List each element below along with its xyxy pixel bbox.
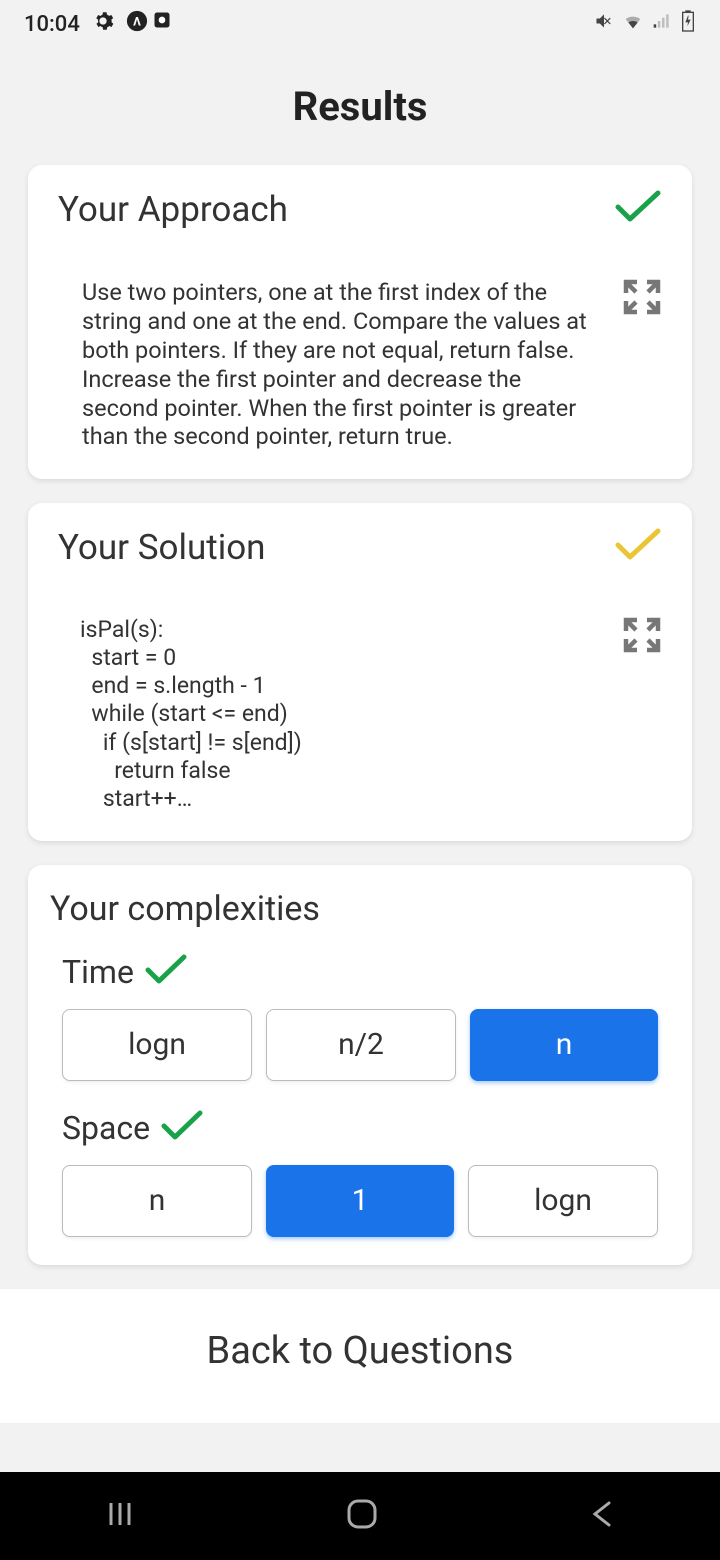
space-option-0[interactable]: n bbox=[62, 1165, 252, 1237]
back-to-questions-button[interactable]: Back to Questions bbox=[0, 1329, 720, 1373]
time-option-2[interactable]: n bbox=[470, 1009, 658, 1081]
square-icon bbox=[152, 10, 172, 38]
check-icon bbox=[614, 527, 662, 567]
approach-card: Your Approach Use two pointers, one at t… bbox=[28, 165, 692, 479]
status-bar: 10:04 Λ bbox=[0, 0, 720, 48]
time-option-1[interactable]: n/2 bbox=[266, 1009, 456, 1081]
circle-a-icon: Λ bbox=[126, 10, 148, 38]
check-icon bbox=[144, 953, 188, 991]
expand-icon[interactable] bbox=[622, 278, 662, 320]
complexities-title: Your complexities bbox=[48, 889, 672, 929]
status-right bbox=[594, 10, 696, 38]
time-option-0[interactable]: logn bbox=[62, 1009, 252, 1081]
battery-icon bbox=[680, 10, 696, 38]
back-button[interactable] bbox=[587, 1497, 617, 1535]
solution-code: isPal(s): start = 0 end = s.length - 1 w… bbox=[58, 616, 602, 812]
home-button[interactable] bbox=[343, 1495, 381, 1537]
page-title: Results bbox=[0, 83, 720, 130]
status-left: 10:04 Λ bbox=[24, 10, 172, 38]
complexities-card: Your complexities Time logn n/2 n Space … bbox=[28, 865, 692, 1265]
space-label: Space bbox=[62, 1109, 150, 1147]
back-section: Back to Questions bbox=[0, 1289, 720, 1423]
time-label: Time bbox=[62, 953, 134, 991]
space-option-2[interactable]: logn bbox=[468, 1165, 658, 1237]
wifi-icon bbox=[622, 10, 644, 38]
approach-text: Use two pointers, one at the first index… bbox=[58, 278, 602, 451]
signal-icon bbox=[652, 11, 672, 37]
gear-icon bbox=[92, 10, 114, 38]
time-options: logn n/2 n bbox=[48, 1009, 672, 1081]
approach-title: Your Approach bbox=[58, 189, 288, 230]
space-option-1[interactable]: 1 bbox=[266, 1165, 454, 1237]
check-icon bbox=[160, 1109, 204, 1147]
recents-button[interactable] bbox=[103, 1497, 137, 1535]
expand-icon[interactable] bbox=[622, 616, 662, 658]
solution-card: Your Solution isPal(s): start = 0 end = … bbox=[28, 503, 692, 840]
check-icon bbox=[614, 189, 662, 229]
svg-text:Λ: Λ bbox=[133, 15, 141, 29]
mute-icon bbox=[594, 11, 614, 37]
space-options: n 1 logn bbox=[48, 1165, 672, 1237]
android-nav-bar bbox=[0, 1472, 720, 1560]
status-time: 10:04 bbox=[24, 12, 80, 37]
solution-title: Your Solution bbox=[58, 527, 266, 568]
